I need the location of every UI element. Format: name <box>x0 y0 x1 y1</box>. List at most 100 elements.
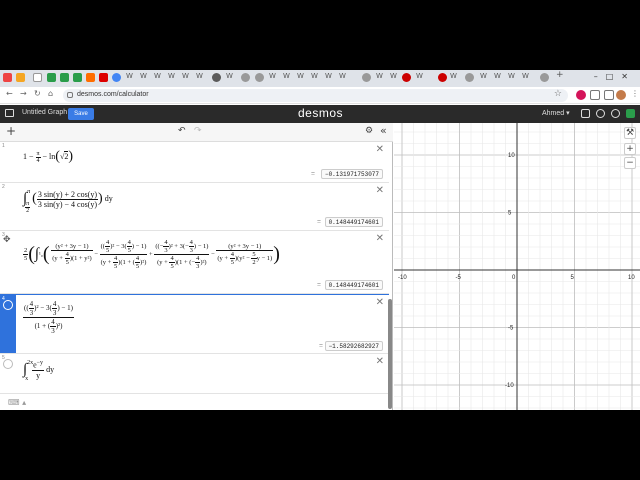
expression-math[interactable]: ∫2xx e−y y dy <box>23 360 54 382</box>
expression-gutter[interactable]: 4 <box>0 295 16 353</box>
graph-grid[interactable]: -10 -5 0 5 10 10 5 -5 -10 <box>394 123 640 410</box>
share-icon[interactable] <box>581 109 590 118</box>
expression-math[interactable]: 2 5 (∫¹₀( (y² + 3y − 1) (y + 4 5)(1 + y²) − … <box>23 239 280 270</box>
expression-gutter[interactable]: 5 <box>0 354 16 393</box>
expression-item[interactable]: 1 ✕ 1 − π4 − ln(√2) = −0.131971753077 <box>0 142 389 183</box>
tab-wikipedia[interactable]: W <box>126 72 133 80</box>
tab-wikipedia[interactable]: W <box>339 72 346 80</box>
tab-wikipedia[interactable]: W <box>376 72 383 80</box>
tab-favicon[interactable] <box>16 73 25 82</box>
drag-handle-icon[interactable]: ✥ <box>3 235 13 245</box>
save-button[interactable]: Save <box>68 108 94 120</box>
expression-item[interactable]: 3 ✥ ✕ 2 5 (∫¹₀( (y² + 3y − 1) (y + 4 5)(1 + … <box>0 231 389 294</box>
delete-expression-button[interactable]: ✕ <box>376 185 384 196</box>
window-controls[interactable]: –□✕ <box>594 72 636 81</box>
tab-favicon[interactable] <box>3 73 12 82</box>
home-icon[interactable]: ⌂ <box>48 89 53 98</box>
back-arrow-icon[interactable]: ← <box>6 89 13 98</box>
expression-gutter[interactable]: 3 ✥ <box>0 231 16 293</box>
new-tab-button[interactable]: + <box>556 70 564 80</box>
tab-favicon[interactable] <box>47 73 56 82</box>
delete-expression-button[interactable]: ✕ <box>376 144 384 155</box>
delete-expression-button[interactable]: ✕ <box>376 356 384 367</box>
tab-favicon[interactable] <box>402 73 411 82</box>
add-item-button[interactable]: + <box>6 124 16 138</box>
tab-wikipedia[interactable]: W <box>416 72 423 80</box>
tab-wikipedia[interactable]: W <box>522 72 529 80</box>
graph-paper[interactable]: -10 -5 0 5 10 10 5 -5 -10 ⚒ + − <box>394 123 640 410</box>
delete-expression-button[interactable]: ✕ <box>376 297 384 308</box>
undo-button[interactable]: ↶ <box>178 126 186 136</box>
tab-favicon[interactable] <box>73 73 82 82</box>
expression-gutter[interactable]: 1 <box>0 142 16 182</box>
expression-item-active[interactable]: 4 ✕ ((4 3)² − 3(4 3) − 1) (1 + (4 3)²) = −1.… <box>0 294 389 354</box>
tab-wikipedia[interactable]: W <box>140 72 147 80</box>
tab-favicon[interactable] <box>212 73 221 82</box>
tab-wikipedia[interactable]: W <box>311 72 318 80</box>
tab-wikipedia[interactable]: W <box>182 72 189 80</box>
tab-wikipedia[interactable]: W <box>168 72 175 80</box>
address-bar[interactable]: desmos.com/calculator ☆ <box>63 89 568 102</box>
tab-favicon[interactable] <box>60 73 69 82</box>
graph-settings-wrench-icon[interactable]: ⚒ <box>624 127 636 139</box>
redo-button[interactable]: ↷ <box>194 126 202 136</box>
extension-icon[interactable] <box>576 90 586 100</box>
tab-favicon[interactable] <box>465 73 474 82</box>
tab-favicon[interactable] <box>86 73 95 82</box>
language-globe-icon[interactable] <box>611 109 620 118</box>
keyboard-icon[interactable]: ⌨ ▴ <box>8 398 26 407</box>
extensions-puzzle-icon[interactable] <box>590 90 600 100</box>
tab-wikipedia[interactable]: W <box>390 72 397 80</box>
reload-icon[interactable]: ↻ <box>34 89 41 98</box>
zoom-in-button[interactable]: + <box>624 143 636 155</box>
site-info-icon[interactable] <box>67 92 73 98</box>
expression-gutter[interactable]: 2 <box>0 183 16 230</box>
expression-math[interactable]: ∫π π 2 (3 sin(y) + 2 cos(y) 3 sin(y) − 4 co… <box>23 189 113 214</box>
x-tick-label: 5 <box>571 275 575 281</box>
tab-favicon[interactable] <box>362 73 371 82</box>
tab-favicon[interactable] <box>540 73 549 82</box>
user-menu[interactable]: Ahmed ▾ <box>542 109 570 117</box>
expression-math[interactable]: ((4 3)² − 3(4 3) − 1) (1 + (4 3)²) <box>23 300 75 335</box>
browser-tab-strip[interactable]: W W W W W W W W W W W W W W W W W W W W … <box>0 70 640 87</box>
expression-info-icon[interactable] <box>3 300 13 310</box>
sidepanel-icon[interactable] <box>604 90 614 100</box>
tab-wikipedia[interactable]: W <box>283 72 290 80</box>
tab-favicon[interactable] <box>255 73 264 82</box>
edit-list-gear-icon[interactable]: ⚙ <box>365 126 373 136</box>
tab-wikipedia[interactable]: W <box>494 72 501 80</box>
expression-math[interactable]: 1 − π4 − ln(√2) <box>23 149 73 165</box>
browser-menu-icon[interactable]: ⋮ <box>631 89 639 98</box>
toggle-visibility-circle[interactable] <box>3 359 13 369</box>
delete-expression-button[interactable]: ✕ <box>376 233 384 244</box>
tab-favicon[interactable] <box>438 73 447 82</box>
scrollbar[interactable] <box>388 299 392 409</box>
tab-wikipedia[interactable]: W <box>325 72 332 80</box>
y-tick-label: 5 <box>508 211 512 217</box>
accessibility-icon[interactable] <box>626 109 635 118</box>
graphs-folder-icon[interactable] <box>5 109 14 117</box>
expression-item[interactable]: 2 ✕ ∫π π 2 (3 sin(y) + 2 cos(y) 3 sin(y) − … <box>0 183 389 231</box>
x-tick-label: 0 <box>512 275 516 281</box>
tab-favicon[interactable] <box>241 73 250 82</box>
tab-favicon[interactable] <box>99 73 108 82</box>
tab-wikipedia[interactable]: W <box>508 72 515 80</box>
url-text[interactable]: desmos.com/calculator <box>77 91 149 98</box>
tab-wikipedia[interactable]: W <box>196 72 203 80</box>
active-tab[interactable] <box>33 73 42 82</box>
tab-wikipedia[interactable]: W <box>297 72 304 80</box>
collapse-panel-button[interactable]: « <box>380 124 387 137</box>
tab-wikipedia[interactable]: W <box>226 72 233 80</box>
expression-item[interactable]: 5 ✕ ∫2xx e−y y dy <box>0 354 389 394</box>
zoom-out-button[interactable]: − <box>624 157 636 169</box>
graph-title[interactable]: Untitled Graph <box>22 109 67 116</box>
tab-favicon[interactable] <box>112 73 121 82</box>
tab-wikipedia[interactable]: W <box>480 72 487 80</box>
help-icon[interactable] <box>596 109 605 118</box>
tab-wikipedia[interactable]: W <box>269 72 276 80</box>
tab-wikipedia[interactable]: W <box>154 72 161 80</box>
tab-wikipedia[interactable]: W <box>450 72 457 80</box>
bookmark-star-icon[interactable]: ☆ <box>554 89 562 99</box>
profile-avatar[interactable] <box>616 90 626 100</box>
forward-arrow-icon[interactable]: → <box>20 89 27 98</box>
